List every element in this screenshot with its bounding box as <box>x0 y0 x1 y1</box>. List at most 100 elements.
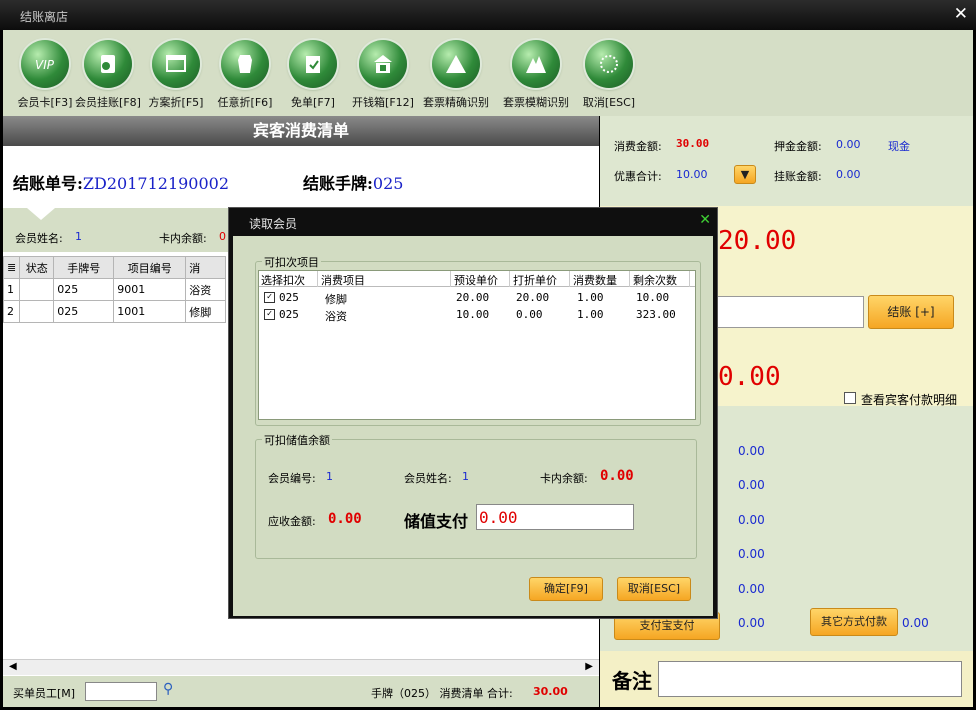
toolbar-label: 开钱箱[F12] <box>352 96 414 109</box>
row-item: 修脚 <box>185 300 227 323</box>
cash-drawer-button[interactable]: 开钱箱[F12] <box>343 40 423 110</box>
member-no-label: 会员编号: <box>268 472 316 485</box>
member-name: 1 <box>462 470 469 483</box>
free-order-button[interactable]: 免单[F7] <box>273 40 353 110</box>
toolbar-label: 方案折[F5] <box>148 96 204 109</box>
summary-label: 手牌（025） 消费清单 合计: <box>371 687 513 700</box>
toolbar-label: 取消[ESC] <box>582 96 636 109</box>
col-discount-price: 打折单价 <box>513 274 557 287</box>
pay-value: 0.00 <box>738 547 765 561</box>
group-title: 可扣储值余额 <box>262 432 332 448</box>
scroll-right-icon[interactable]: ▶ <box>585 661 593 672</box>
amount-due: 20.00 <box>718 226 797 256</box>
row-item-code: 9001 <box>113 278 187 301</box>
bill-no-label: 结账单号:ZD201712190002 <box>13 174 230 193</box>
bill-info: 结账单号:ZD201712190002 结账手牌:025 <box>3 146 599 208</box>
col-item: 消 <box>185 256 227 279</box>
card-balance: 0.00 <box>600 468 634 484</box>
dialog-body: 可扣次项目 选择扣次 消费项目 预设单价 打折单价 消费数量 剩余次数 ✓ 02… <box>233 236 713 616</box>
row-tag: 025 <box>53 300 115 323</box>
cancel-button[interactable]: 取消[ESC] <box>569 40 649 110</box>
col-item: 消费项目 <box>321 274 365 287</box>
item-name: 浴资 <box>325 310 347 323</box>
discount-value: 10.00 <box>676 168 708 181</box>
other-pay-button[interactable]: 其它方式付款 <box>810 608 898 636</box>
card-balance-label: 卡内余额: <box>159 232 207 245</box>
scroll-left-icon[interactable]: ◀ <box>9 661 17 672</box>
table-header: ≣ 状态 手牌号 项目编号 消 <box>2 256 227 279</box>
deposit-value: 0.00 <box>836 138 861 151</box>
checkout-button[interactable]: 结账 [+] <box>868 295 954 329</box>
pay-value: 0.00 <box>738 513 765 527</box>
item-code: 025 <box>279 291 299 304</box>
item-discount: 0.00 <box>516 308 543 321</box>
table-row[interactable]: 1 025 9001 浴资 <box>2 278 227 301</box>
discount-dropdown-icon[interactable]: ▼ <box>734 165 756 184</box>
dialog-close-icon[interactable]: ✕ <box>699 212 711 228</box>
group-title: 可扣次项目 <box>262 254 321 270</box>
left-footer: 买单员工[M] ⚲ 手牌（025） 消费清单 合计: 30.00 <box>3 676 599 707</box>
count-items-list: 选择扣次 消费项目 预设单价 打折单价 消费数量 剩余次数 ✓ 025 修脚 2… <box>258 270 696 420</box>
title-bar: 结账离店 ✕ <box>0 0 976 30</box>
window-title: 结账离店 <box>20 10 69 24</box>
row-checkbox[interactable]: ✓ <box>264 292 275 303</box>
ticket-fuzzy-icon <box>512 40 560 88</box>
stored-pay-input[interactable] <box>476 504 634 530</box>
free-order-icon <box>289 40 337 88</box>
checkout-window: 结账离店 ✕ VIP 会员卡[F3] 会员挂账[F8] 方案折[F5] 任意折[… <box>0 0 976 710</box>
item-discount: 20.00 <box>516 291 550 304</box>
item-remain: 10.00 <box>636 291 670 304</box>
table-row[interactable]: 2 025 1001 修脚 <box>2 300 227 323</box>
horizontal-scrollbar[interactable]: ◀ ▶ <box>3 659 599 675</box>
svg-text:VIP: VIP <box>35 58 55 72</box>
cash-drawer-icon <box>359 40 407 88</box>
plan-discount-button[interactable]: 方案折[F5] <box>136 40 216 110</box>
consumption-list-title: 宾客消费清单 <box>3 116 599 146</box>
item-qty: 1.00 <box>577 291 604 304</box>
item-qty: 1.00 <box>577 308 604 321</box>
bill-no: ZD201712190002 <box>82 174 230 193</box>
vip-card-icon: VIP <box>21 40 69 88</box>
card-balance-label: 卡内余额: <box>540 472 588 485</box>
toolbar-label: 套票模糊识别 <box>503 96 569 109</box>
note-section: 备注 <box>600 651 973 707</box>
count-items-group: 可扣次项目 选择扣次 消费项目 预设单价 打折单价 消费数量 剩余次数 ✓ 02… <box>255 254 701 426</box>
ticket-fuzzy-button[interactable]: 套票模糊识别 <box>496 40 576 110</box>
cancel-icon <box>585 40 633 88</box>
card-balance: 0 <box>219 230 226 243</box>
item-remain: 323.00 <box>636 308 676 321</box>
view-detail-checkbox[interactable] <box>844 392 856 404</box>
item-preset: 20.00 <box>456 291 490 304</box>
receivable: 0.00 <box>328 511 362 527</box>
search-icon[interactable]: ⚲ <box>163 681 173 697</box>
list-item[interactable]: ✓ 025 修脚 20.00 20.00 1.00 10.00 <box>259 289 695 306</box>
ticket-exact-icon <box>432 40 480 88</box>
dialog-cancel-button[interactable]: 取消[ESC] <box>617 577 691 601</box>
dialog-title-bar: 读取会员 ✕ <box>229 208 717 236</box>
member-name: 1 <box>75 230 82 243</box>
row-item: 浴资 <box>185 278 227 301</box>
item-code: 025 <box>279 308 299 321</box>
row-selector-icon: ≣ <box>2 256 21 279</box>
plan-discount-icon <box>152 40 200 88</box>
consume-label: 消费金额: <box>614 140 662 153</box>
stored-value-group: 可扣储值余额 会员编号: 1 会员姓名: 1 卡内余额: 0.00 应收金额: … <box>255 432 697 559</box>
payment-input[interactable] <box>716 296 864 328</box>
ticket-exact-button[interactable]: 套票精确识别 <box>416 40 496 110</box>
row-checkbox[interactable]: ✓ <box>264 309 275 320</box>
toolbar-label: 免单[F7] <box>291 96 335 109</box>
close-icon[interactable]: ✕ <box>954 4 968 24</box>
row-status <box>19 300 55 323</box>
member-name-label: 会员姓名: <box>404 472 452 485</box>
amount-summary: 消费金额: 30.00 押金金额: 0.00 现金 优惠合计: 10.00 ▼ … <box>600 116 973 206</box>
row-index: 1 <box>2 278 21 301</box>
change-amount: 0.00 <box>718 362 781 392</box>
summary-total: 30.00 <box>533 685 568 698</box>
discount-label: 优惠合计: <box>614 170 662 183</box>
confirm-button[interactable]: 确定[F9] <box>529 577 603 601</box>
staff-input[interactable] <box>85 682 157 701</box>
list-item[interactable]: ✓ 025 浴资 10.00 0.00 1.00 323.00 <box>259 306 695 323</box>
tag-label: 结账手牌:025 <box>303 174 404 193</box>
note-input[interactable] <box>658 661 962 697</box>
cash-label[interactable]: 现金 <box>888 138 910 154</box>
